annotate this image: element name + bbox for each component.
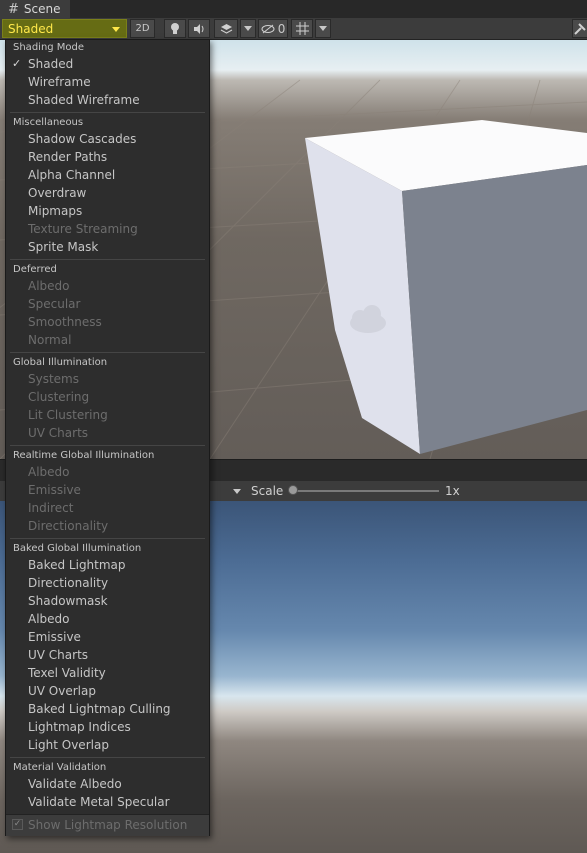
menu-item-light-overlap[interactable]: Light Overlap [28,738,109,752]
hidden-count: 0 [277,21,286,36]
menu-item-texel-validity[interactable]: Texel Validity [28,666,106,680]
menu-item-realtime-indirect: Indirect [28,501,74,515]
menu-item-baked-albedo[interactable]: Albedo [28,612,70,626]
menu-separator [10,757,205,758]
chevron-down-icon [112,27,120,32]
cube-right-face [402,165,587,454]
menu-separator [10,112,205,113]
menu-header-deferred: Deferred [13,264,57,275]
chevron-down-icon [244,26,252,31]
grid-icon [295,22,309,35]
toggle-2d-button[interactable]: 2D [130,19,155,38]
menu-item-shaded-wireframe[interactable]: Shaded Wireframe [28,93,140,107]
menu-item-realtime-emissive: Emissive [28,483,81,497]
hash-icon: # [8,1,19,17]
scale-label: Scale [251,484,284,498]
scene-tab[interactable]: # Scene [0,0,70,18]
menu-header-realtime-gi: Realtime Global Illumination [13,450,155,461]
menu-item-shadow-cascades[interactable]: Shadow Cascades [28,132,136,146]
menu-item-render-paths[interactable]: Render Paths [28,150,107,164]
lighting-toggle-button[interactable] [164,19,186,38]
effects-dropdown-button[interactable] [240,19,256,38]
shading-mode-dropdown[interactable]: Shaded [2,19,127,38]
show-lightmap-resolution-row: ✓ Show Lightmap Resolution [6,814,209,836]
menu-item-gi-uv-charts: UV Charts [28,426,89,440]
menu-separator [10,538,205,539]
menu-item-validate-metal-specular[interactable]: Validate Metal Specular [28,795,170,809]
window-tab-bar: # Scene [0,0,587,19]
checkmark-icon: ✓ [12,57,22,70]
chevron-down-icon[interactable] [233,489,241,494]
menu-item-realtime-albedo: Albedo [28,465,70,479]
menu-item-uv-overlap[interactable]: UV Overlap [28,684,96,698]
menu-item-gi-clustering: Clustering [28,390,90,404]
speaker-icon [194,23,204,34]
scale-value: 1x [445,484,460,498]
menu-item-baked-emissive[interactable]: Emissive [28,630,81,644]
toggle-2d-label: 2D [135,23,150,34]
menu-item-gi-lit-clustering: Lit Clustering [28,408,108,422]
menu-separator [10,259,205,260]
shading-mode-menu: Shading Mode ✓ Shaded Wireframe Shaded W… [5,39,210,836]
scene-toolbar: Shaded 2D 0 [0,18,587,40]
grid-dropdown-button[interactable] [315,19,331,38]
menu-header-shading-mode: Shading Mode [13,42,85,53]
menu-item-baked-lightmap[interactable]: Baked Lightmap [28,558,126,572]
show-lightmap-resolution-checkbox: ✓ [12,819,23,830]
menu-item-deferred-specular: Specular [28,297,81,311]
shading-mode-value: Shaded [8,21,54,36]
grid-toggle-button[interactable] [291,19,313,38]
menu-header-material-validation: Material Validation [13,762,107,773]
menu-header-global-illumination: Global Illumination [13,357,108,368]
menu-item-validate-albedo[interactable]: Validate Albedo [28,777,122,791]
menu-item-baked-lightmap-culling[interactable]: Baked Lightmap Culling [28,702,171,716]
menu-item-gi-systems: Systems [28,372,79,386]
menu-item-deferred-albedo: Albedo [28,279,70,293]
show-lightmap-resolution-label: Show Lightmap Resolution [28,818,188,832]
menu-item-overdraw[interactable]: Overdraw [28,186,86,200]
effects-toggle-button[interactable] [214,19,238,38]
menu-separator [10,352,205,353]
menu-item-deferred-normal: Normal [28,333,72,347]
menu-item-shaded[interactable]: Shaded [28,57,73,71]
menu-item-baked-directionality[interactable]: Directionality [28,576,108,590]
chevron-down-icon [319,26,327,31]
menu-item-baked-uv-charts[interactable]: UV Charts [28,648,88,662]
tools-button[interactable] [572,19,587,38]
menu-item-realtime-directionality: Directionality [28,519,109,533]
menu-item-sprite-mask[interactable]: Sprite Mask [28,240,98,254]
menu-item-deferred-smoothness: Smoothness [28,315,102,329]
menu-item-shadowmask[interactable]: Shadowmask [28,594,108,608]
audio-toggle-button[interactable] [188,19,210,38]
menu-header-miscellaneous: Miscellaneous [13,117,84,128]
scene-tab-title: Scene [23,2,61,16]
hidden-objects-button[interactable]: 0 [258,19,288,38]
lightbulb-icon [171,23,179,34]
menu-item-lightmap-indices[interactable]: Lightmap Indices [28,720,131,734]
menu-item-texture-streaming: Texture Streaming [28,222,138,236]
scale-slider-thumb[interactable] [288,485,298,495]
menu-header-baked-gi: Baked Global Illumination [13,543,142,554]
menu-item-alpha-channel[interactable]: Alpha Channel [28,168,115,182]
menu-item-wireframe[interactable]: Wireframe [28,75,91,89]
eye-slash-icon [261,24,275,33]
menu-separator [10,445,205,446]
scale-slider-track[interactable] [293,490,439,492]
layers-icon [220,24,232,34]
menu-item-mipmaps[interactable]: Mipmaps [28,204,82,218]
tools-icon [574,22,586,35]
